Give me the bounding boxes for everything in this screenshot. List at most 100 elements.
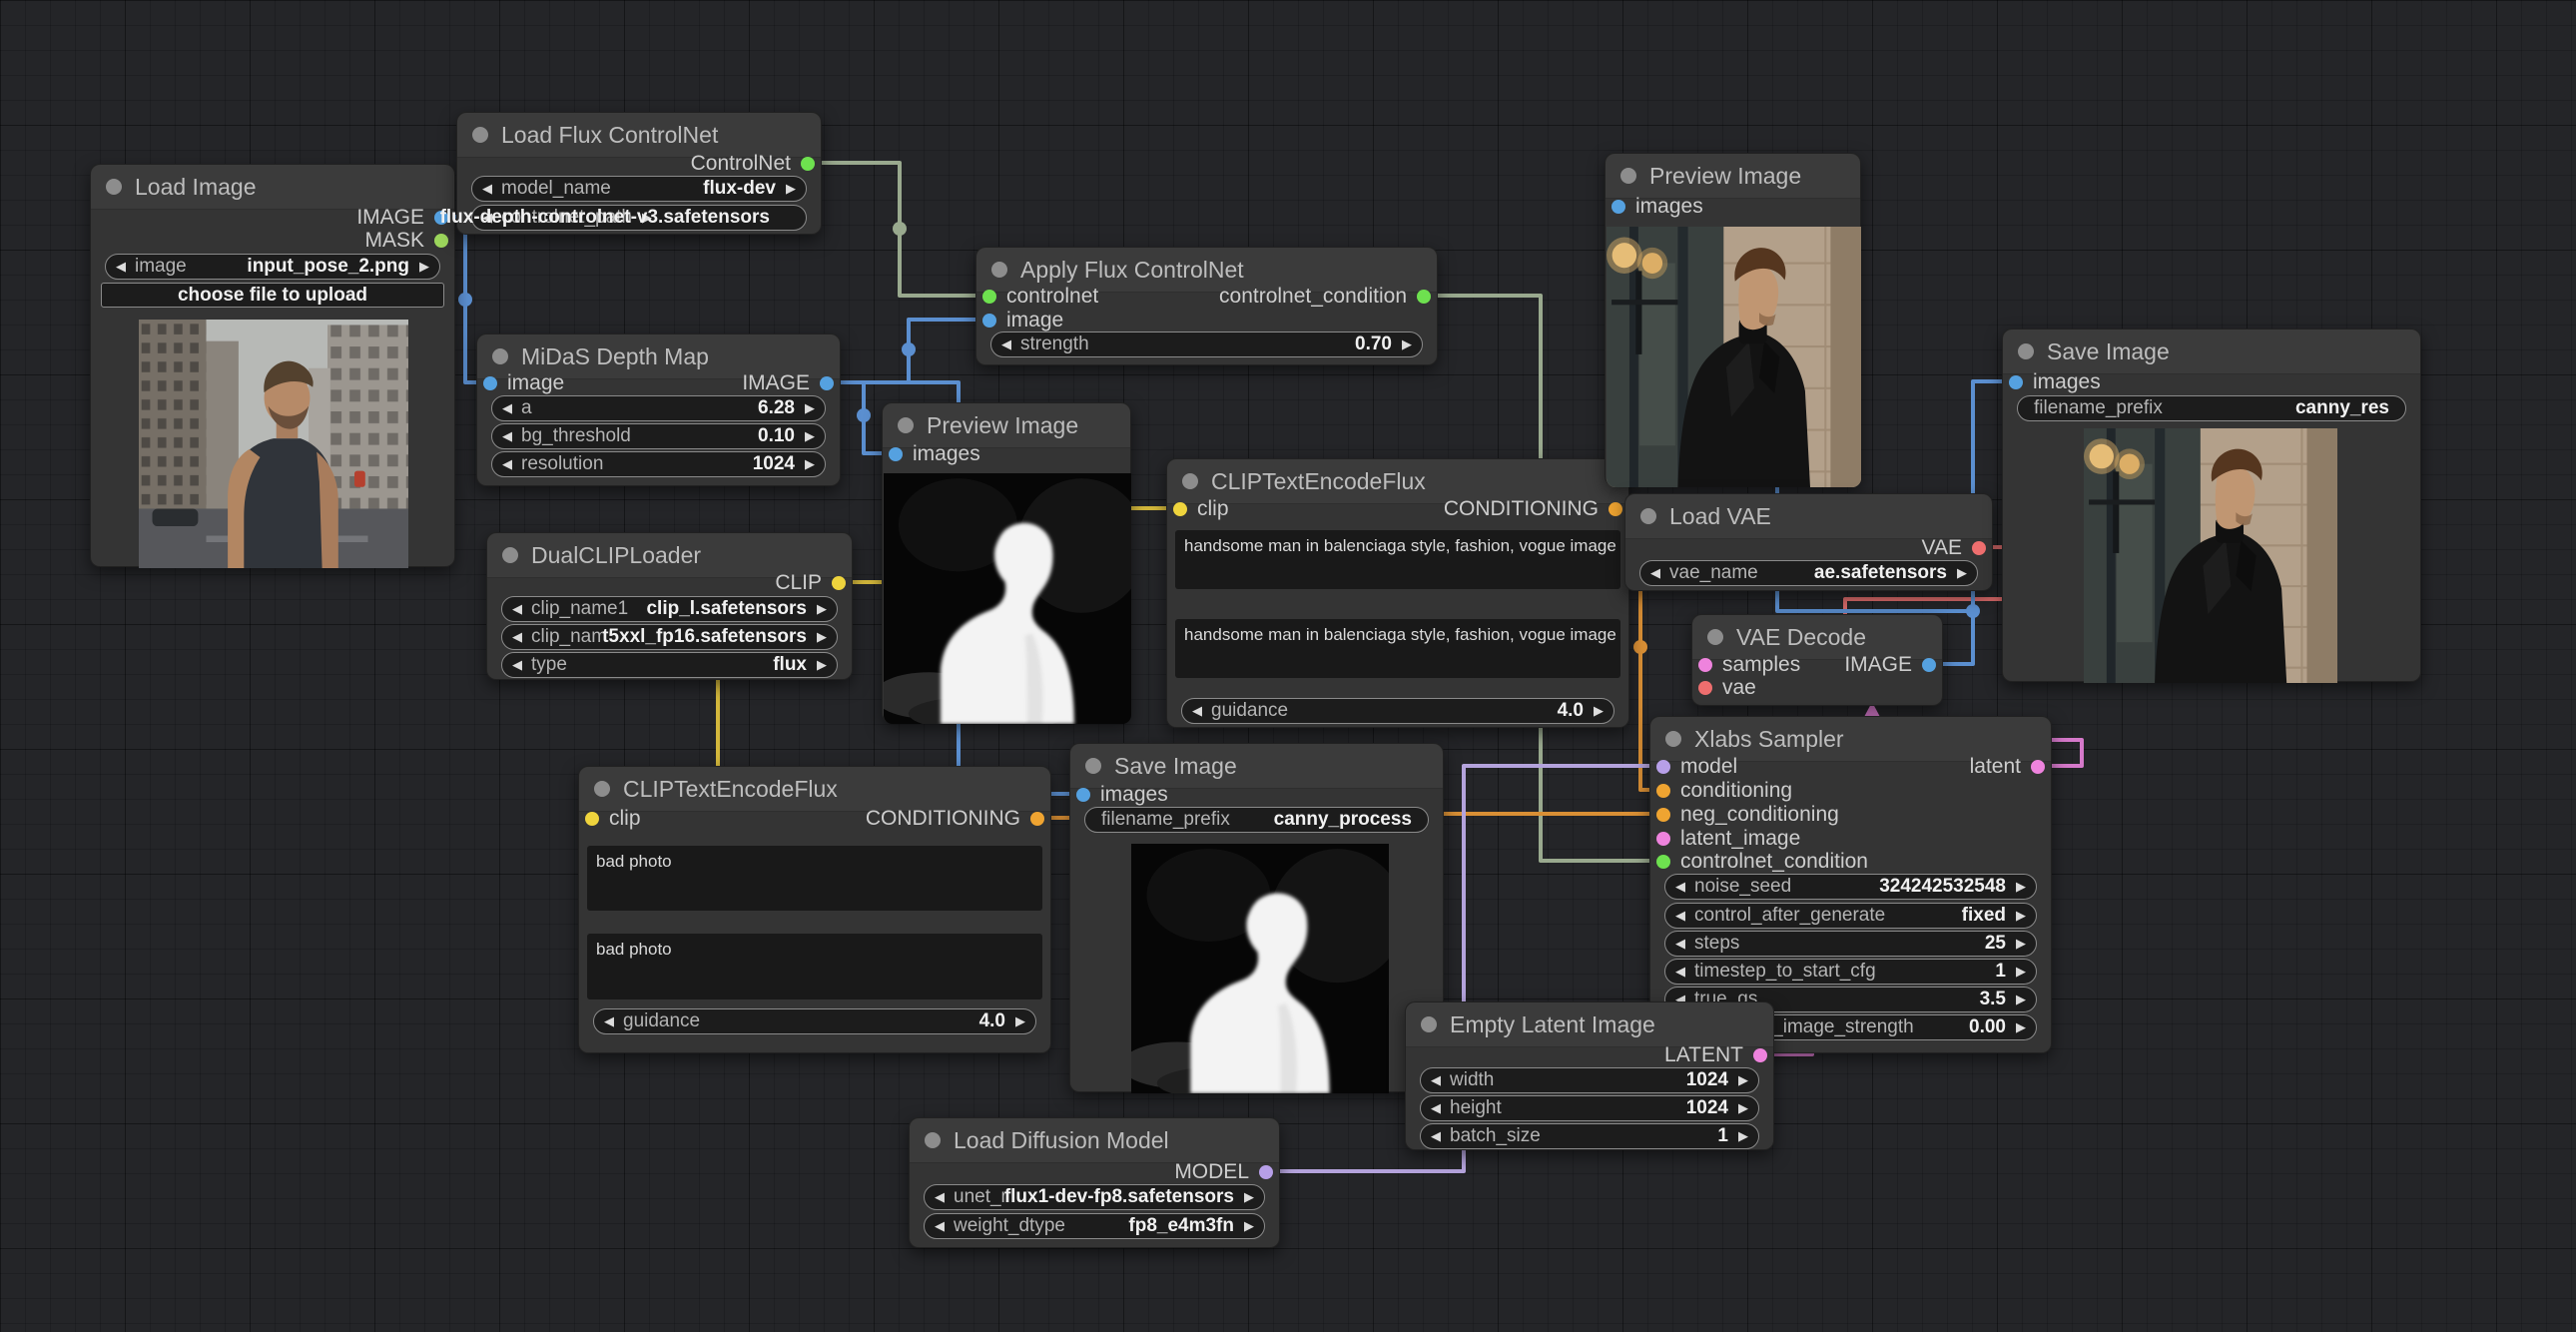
collapse-dot[interactable]: [1085, 758, 1101, 774]
clip-input-slot[interactable]: [585, 812, 599, 826]
collapse-dot[interactable]: [1707, 629, 1723, 645]
latent-output-slot[interactable]: [2031, 760, 2045, 774]
increment-arrow-icon[interactable]: ▶: [805, 428, 815, 444]
node-load-flux-controlnet[interactable]: Load Flux ControlNetControlNet◀model_nam…: [456, 112, 822, 235]
widget-timestep_to_start_cfg[interactable]: ◀timestep_to_start_cfg1▶: [1664, 959, 2037, 985]
node-apply-flux-controlnet[interactable]: Apply Flux ControlNetcontrolnetimagecont…: [975, 247, 1438, 365]
decrement-arrow-icon[interactable]: ◀: [502, 428, 512, 444]
model-input-slot[interactable]: [1656, 760, 1670, 774]
decrement-arrow-icon[interactable]: ◀: [935, 1218, 945, 1234]
decrement-arrow-icon[interactable]: ◀: [604, 1013, 614, 1029]
increment-arrow-icon[interactable]: ▶: [2016, 1019, 2026, 1035]
increment-arrow-icon[interactable]: ▶: [786, 181, 796, 197]
increment-arrow-icon[interactable]: ▶: [1738, 1128, 1748, 1144]
widget-unet_name[interactable]: ◀unet_nameflux1-dev-fp8.safetensors▶: [924, 1184, 1265, 1210]
widget-clip_name1[interactable]: ◀clip_name1clip_l.safetensors▶: [501, 596, 838, 622]
decrement-arrow-icon[interactable]: ◀: [482, 181, 492, 197]
node-load-vae[interactable]: Load VAEVAE◀vae_nameae.safetensors▶: [1624, 493, 1993, 591]
prompt-textarea[interactable]: handsome man in balenciaga style, fashio…: [1175, 530, 1620, 589]
conditioning-input-slot[interactable]: [1656, 784, 1670, 798]
node-preview-image-result[interactable]: Preview Imageimages: [1605, 153, 1861, 486]
increment-arrow-icon[interactable]: ▶: [1015, 1013, 1025, 1029]
node-cliptextencodeflux-neg[interactable]: CLIPTextEncodeFluxclipCONDITIONINGbad ph…: [578, 766, 1051, 1053]
link-junction-dot[interactable]: [893, 222, 907, 236]
widget-steps[interactable]: ◀steps25▶: [1664, 931, 2037, 957]
VAE-output-slot[interactable]: [1972, 541, 1986, 555]
widget-clip_name2[interactable]: ◀clip_name2t5xxl_fp16.safetensors▶: [501, 624, 838, 650]
decrement-arrow-icon[interactable]: ◀: [1675, 879, 1685, 895]
increment-arrow-icon[interactable]: ▶: [2016, 936, 2026, 952]
decrement-arrow-icon[interactable]: ◀: [512, 657, 522, 673]
latent_image-input-slot[interactable]: [1656, 832, 1670, 846]
IMAGE-output-slot[interactable]: [820, 376, 834, 390]
increment-arrow-icon[interactable]: ▶: [2016, 879, 2026, 895]
decrement-arrow-icon[interactable]: ◀: [1675, 936, 1685, 952]
widget-weight_dtype[interactable]: ◀weight_dtypefp8_e4m3fn▶: [924, 1213, 1265, 1239]
prompt-textarea[interactable]: handsome man in balenciaga style, fashio…: [1175, 619, 1620, 678]
collapse-dot[interactable]: [492, 348, 508, 364]
decrement-arrow-icon[interactable]: ◀: [935, 1189, 945, 1205]
decrement-arrow-icon[interactable]: ◀: [1431, 1128, 1441, 1144]
increment-arrow-icon[interactable]: ▶: [2016, 908, 2026, 924]
collapse-dot[interactable]: [1182, 473, 1198, 489]
increment-arrow-icon[interactable]: ▶: [419, 259, 429, 275]
increment-arrow-icon[interactable]: ▶: [817, 629, 827, 645]
CLIP-output-slot[interactable]: [832, 576, 846, 590]
increment-arrow-icon[interactable]: ▶: [1957, 565, 1967, 581]
prompt-textarea[interactable]: bad photo: [587, 934, 1042, 999]
collapse-dot[interactable]: [1421, 1016, 1437, 1032]
widget-controlnet_path[interactable]: ◀controlnet_pathflux-depth-controlnet-v3…: [471, 205, 807, 231]
decrement-arrow-icon[interactable]: ◀: [512, 629, 522, 645]
link-junction-dot[interactable]: [902, 342, 916, 356]
node-save-image-process[interactable]: Save Imageimagesfilename_prefixcanny_pro…: [1069, 743, 1444, 1092]
images-input-slot[interactable]: [1611, 200, 1625, 214]
decrement-arrow-icon[interactable]: ◀: [1650, 565, 1660, 581]
widget-image[interactable]: ◀imageinput_pose_2.png▶: [105, 254, 440, 280]
decrement-arrow-icon[interactable]: ◀: [502, 456, 512, 472]
collapse-dot[interactable]: [991, 262, 1007, 278]
collapse-dot[interactable]: [472, 127, 488, 143]
collapse-dot[interactable]: [898, 417, 914, 433]
widget-width[interactable]: ◀width1024▶: [1420, 1067, 1759, 1093]
widget-model_name[interactable]: ◀model_nameflux-dev▶: [471, 176, 807, 202]
collapse-dot[interactable]: [1620, 168, 1636, 184]
widget-noise_seed[interactable]: ◀noise_seed324242532548▶: [1664, 874, 2037, 900]
choose-file-to-upload-button[interactable]: choose file to upload: [101, 283, 444, 308]
images-input-slot[interactable]: [2009, 375, 2023, 389]
node-load-diffusion-model[interactable]: Load Diffusion ModelMODEL◀unet_nameflux1…: [909, 1117, 1280, 1248]
widget-bg_threshold[interactable]: ◀bg_threshold0.10▶: [491, 423, 826, 449]
link-junction-dot[interactable]: [1966, 604, 1980, 618]
widget-strength[interactable]: ◀strength0.70▶: [990, 332, 1423, 357]
CONDITIONING-output-slot[interactable]: [1030, 812, 1044, 826]
widget-filename_prefix[interactable]: filename_prefixcanny_res: [2017, 395, 2406, 421]
collapse-dot[interactable]: [106, 179, 122, 195]
vae-input-slot[interactable]: [1698, 681, 1712, 695]
decrement-arrow-icon[interactable]: ◀: [1192, 703, 1202, 719]
controlnet_condition-output-slot[interactable]: [1417, 290, 1431, 304]
widget-guidance[interactable]: ◀guidance4.0▶: [593, 1008, 1036, 1034]
node-save-image-result[interactable]: Save Imageimagesfilename_prefixcanny_res: [2002, 329, 2421, 682]
samples-input-slot[interactable]: [1698, 658, 1712, 672]
increment-arrow-icon[interactable]: ▶: [2016, 964, 2026, 980]
CONDITIONING-output-slot[interactable]: [1609, 502, 1622, 516]
prompt-textarea[interactable]: bad photo: [587, 846, 1042, 911]
increment-arrow-icon[interactable]: ▶: [1738, 1100, 1748, 1116]
collapse-dot[interactable]: [925, 1132, 941, 1148]
decrement-arrow-icon[interactable]: ◀: [1675, 908, 1685, 924]
node-load-image[interactable]: Load ImageIMAGEMASK◀imageinput_pose_2.pn…: [90, 164, 455, 567]
decrement-arrow-icon[interactable]: ◀: [1431, 1072, 1441, 1088]
increment-arrow-icon[interactable]: ▶: [1594, 703, 1604, 719]
node-preview-image-depth[interactable]: Preview Imageimages: [882, 402, 1131, 723]
decrement-arrow-icon[interactable]: ◀: [116, 259, 126, 275]
decrement-arrow-icon[interactable]: ◀: [512, 601, 522, 617]
widget-type[interactable]: ◀typeflux▶: [501, 652, 838, 678]
collapse-dot[interactable]: [594, 781, 610, 797]
ControlNet-output-slot[interactable]: [801, 157, 815, 171]
collapse-dot[interactable]: [1665, 731, 1681, 747]
decrement-arrow-icon[interactable]: ◀: [1675, 964, 1685, 980]
widget-guidance[interactable]: ◀guidance4.0▶: [1181, 698, 1614, 724]
node-midas-depth-map[interactable]: MiDaS Depth MapimageIMAGE◀a6.28▶◀bg_thre…: [476, 333, 841, 486]
collapse-dot[interactable]: [502, 547, 518, 563]
increment-arrow-icon[interactable]: ▶: [1402, 336, 1412, 352]
increment-arrow-icon[interactable]: ▶: [2016, 992, 2026, 1007]
